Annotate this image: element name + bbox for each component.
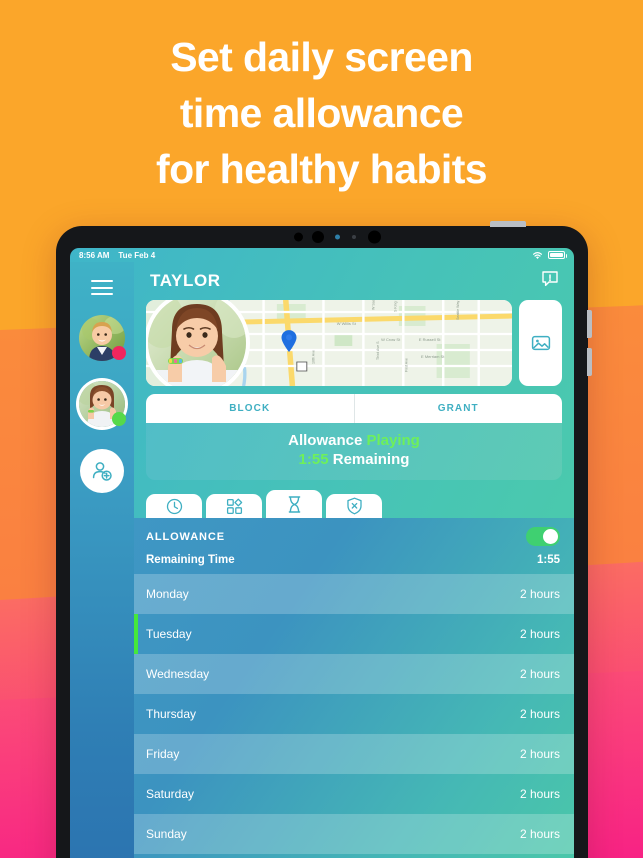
day-value: 2 hours: [519, 827, 560, 841]
table-row[interactable]: Saturday 2 hours: [134, 774, 574, 814]
allowance-toggle[interactable]: [526, 527, 560, 546]
block-button[interactable]: BLOCK: [146, 394, 354, 423]
location-map[interactable]: W Willis St W Crow St E Russell St E Mer…: [146, 300, 512, 386]
day-value: 2 hours: [519, 627, 560, 641]
allowance-action-card: BLOCK GRANT Allowance Playing 1:55 Remai…: [146, 394, 562, 480]
tablet-device: 8:56 AM Tue Feb 4 TAYLOR W Willis St W C…: [56, 221, 592, 858]
day-value: 2 hours: [519, 667, 560, 681]
app-main: TAYLOR W Willis St W Crow St E Russell S…: [134, 262, 574, 858]
day-label: Saturday: [146, 787, 195, 801]
status-bar: 8:56 AM Tue Feb 4: [70, 248, 574, 262]
tab-allowance[interactable]: [266, 490, 322, 518]
status-date: Tue Feb 4: [118, 250, 156, 260]
page-title: TAYLOR: [150, 271, 221, 290]
day-allowance-list: Monday 2 hours Tuesday 2 hours Wednesday…: [134, 574, 574, 854]
day-value: 2 hours: [519, 787, 560, 801]
alert-bubble-icon[interactable]: [540, 269, 560, 294]
day-value: 2 hours: [519, 587, 560, 601]
day-value: 2 hours: [519, 747, 560, 761]
tab-apps[interactable]: [206, 494, 262, 518]
svg-text:W Willis St: W Willis St: [337, 322, 357, 326]
day-label: Sunday: [146, 827, 187, 841]
table-row[interactable]: Thursday 2 hours: [134, 694, 574, 734]
child-photo-large[interactable]: [148, 300, 246, 386]
status-badge: [112, 346, 126, 360]
volume-down-button[interactable]: [587, 348, 592, 376]
table-row[interactable]: Friday 2 hours: [134, 734, 574, 774]
day-label: Wednesday: [146, 667, 210, 681]
camera-icon: [312, 231, 324, 243]
photo-icon: [531, 335, 550, 351]
svg-text:First Ave: First Ave: [405, 358, 409, 372]
sidebar-item-child-2[interactable]: [79, 381, 126, 427]
map-pin-icon: [281, 330, 297, 352]
remaining-time-label: Remaining Time: [146, 554, 235, 566]
hourglass-icon: [288, 495, 300, 513]
svg-text:Third Ave S: Third Ave S: [376, 341, 380, 360]
svg-text:W Saar St: W Saar St: [371, 300, 375, 310]
shield-x-icon: [346, 497, 362, 515]
apps-grid-icon: [226, 498, 242, 514]
status-time: 8:56 AM: [79, 250, 110, 260]
app-header: TAYLOR: [134, 262, 574, 300]
headline-line-3: for healthy habits: [156, 145, 488, 192]
table-row[interactable]: Tuesday 2 hours: [134, 614, 574, 654]
allowance-panel: ALLOWANCE Remaining Time 1:55 Monday 2 h…: [134, 518, 574, 858]
device-bezel-top: [56, 226, 588, 248]
wifi-icon: [533, 251, 542, 259]
day-label: Friday: [146, 747, 180, 761]
app-sidebar: [70, 262, 134, 858]
allowance-status-prefix: Allowance: [288, 432, 363, 449]
tablet-screen: 8:56 AM Tue Feb 4 TAYLOR W Willis St W C…: [70, 248, 574, 858]
top-card-row: W Willis St W Crow St E Russell St E Mer…: [134, 300, 574, 386]
day-label: Thursday: [146, 707, 197, 721]
headline-line-1: Set daily screen: [170, 34, 473, 80]
svg-text:E Merriam St: E Merriam St: [421, 355, 445, 359]
svg-text:W Crow St: W Crow St: [381, 338, 401, 342]
photo-button[interactable]: [519, 300, 562, 386]
add-user-button[interactable]: [80, 449, 124, 493]
volume-up-button[interactable]: [587, 310, 592, 338]
grant-button[interactable]: GRANT: [355, 394, 563, 423]
day-label: Tuesday: [146, 627, 192, 641]
remaining-time-value: 1:55: [536, 554, 560, 566]
allowance-panel-title: ALLOWANCE: [146, 530, 225, 543]
day-label: Monday: [146, 587, 189, 601]
tab-bar: [134, 490, 574, 518]
clock-icon: [166, 498, 182, 514]
allowance-status: Allowance Playing 1:55 Remaining: [146, 423, 562, 480]
hamburger-menu-icon[interactable]: [91, 280, 113, 295]
allowance-remaining-suffix: Remaining: [332, 451, 410, 468]
today-indicator: [134, 614, 138, 654]
remaining-time-row: Remaining Time 1:55: [134, 550, 574, 574]
table-row[interactable]: Sunday 2 hours: [134, 814, 574, 854]
sidebar-item-child-1[interactable]: [79, 315, 126, 361]
allowance-panel-header: ALLOWANCE: [134, 518, 574, 550]
tab-schedule[interactable]: [146, 494, 202, 518]
front-camera-icon: [368, 230, 381, 244]
svg-text:S King St: S King St: [394, 300, 398, 312]
indicator-light-icon: [335, 234, 340, 240]
microphone-icon: [352, 235, 356, 239]
svg-text:E Russell St: E Russell St: [419, 338, 442, 342]
day-value: 2 hours: [519, 707, 560, 721]
status-badge: [112, 412, 126, 426]
add-user-icon: [92, 462, 112, 481]
allowance-status-state: Playing: [366, 432, 420, 449]
tab-blocked[interactable]: [326, 494, 382, 518]
battery-icon: [548, 251, 567, 259]
sensor-icon: [294, 232, 303, 242]
svg-text:Seattle Way: Seattle Way: [456, 301, 460, 320]
allowance-remaining-value: 1:55: [298, 451, 329, 468]
marketing-headline: Set daily screen time allowance for heal…: [0, 30, 643, 197]
table-row[interactable]: Wednesday 2 hours: [134, 654, 574, 694]
table-row[interactable]: Monday 2 hours: [134, 574, 574, 614]
svg-text:10th Ave: 10th Ave: [311, 350, 315, 364]
headline-line-2: time allowance: [179, 89, 464, 136]
